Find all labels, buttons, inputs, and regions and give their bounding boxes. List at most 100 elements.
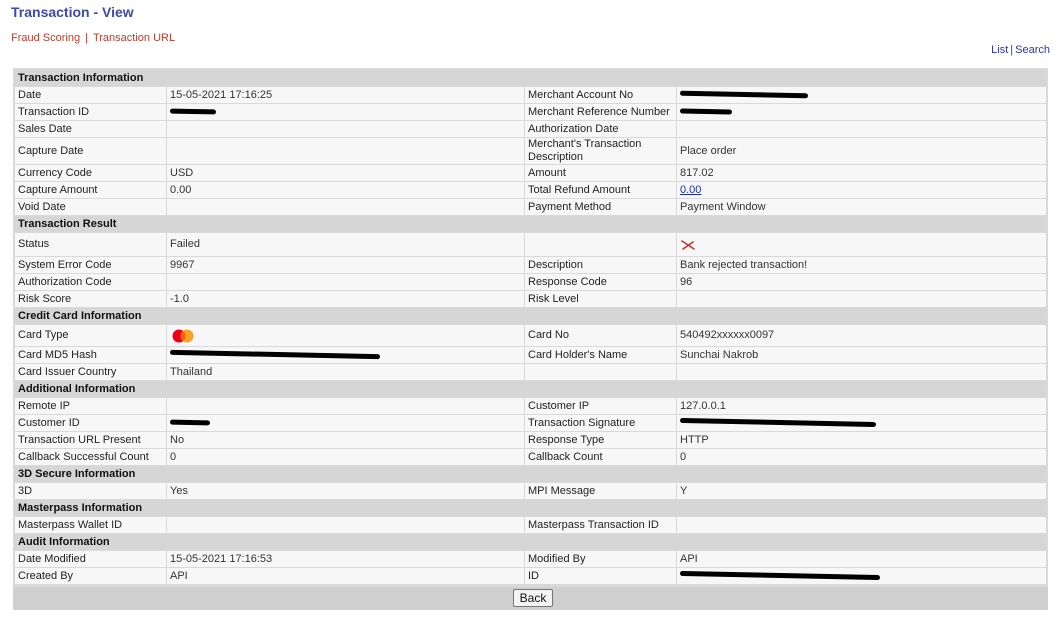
total-refund-amount-link[interactable]: 0.00 bbox=[680, 184, 701, 196]
section-title-transaction-information: Transaction Information bbox=[15, 70, 1046, 86]
list-link[interactable]: List bbox=[991, 44, 1008, 56]
response-type-value: HTTP bbox=[677, 432, 1046, 448]
description-label: Description bbox=[525, 257, 676, 273]
system-error-code-value: 9967 bbox=[167, 257, 524, 273]
risk-level-value bbox=[677, 291, 1046, 307]
capture-date-value bbox=[167, 138, 524, 164]
risk-level-label: Risk Level bbox=[525, 291, 676, 307]
table-row: System Error Code 9967 Description Bank … bbox=[15, 257, 1046, 273]
table-row: Transaction URL Present No Response Type… bbox=[15, 432, 1046, 448]
section-title-additional-information: Additional Information bbox=[15, 381, 1046, 397]
mpi-message-value: Y bbox=[677, 483, 1046, 499]
callback-successful-count-label: Callback Successful Count bbox=[15, 449, 166, 465]
section-header: Credit Card Information bbox=[15, 308, 1046, 324]
section-header: Transaction Result bbox=[15, 216, 1046, 232]
three-d-value: Yes bbox=[167, 483, 524, 499]
section-header: Audit Information bbox=[15, 534, 1046, 550]
date-modified-value: 15-05-2021 17:16:53 bbox=[167, 551, 524, 567]
failed-x-icon bbox=[680, 238, 696, 252]
currency-code-value: USD bbox=[167, 165, 524, 181]
card-issuer-country-label: Card Issuer Country bbox=[15, 364, 166, 380]
merchant-transaction-description-value: Place order bbox=[677, 138, 1046, 164]
section-header: Transaction Information bbox=[15, 70, 1046, 86]
table-row: Masterpass Wallet ID Masterpass Transact… bbox=[15, 517, 1046, 533]
table-row: Capture Amount 0.00 Total Refund Amount … bbox=[15, 182, 1046, 198]
right-nav-separator: | bbox=[1010, 44, 1014, 56]
payment-method-label: Payment Method bbox=[525, 199, 676, 215]
table-row: Risk Score -1.0 Risk Level bbox=[15, 291, 1046, 307]
status-label: Status bbox=[15, 233, 166, 256]
redaction-mark bbox=[169, 349, 381, 360]
table-row: Authorization Code Response Code 96 bbox=[15, 274, 1046, 290]
authorization-date-label: Authorization Date bbox=[525, 121, 676, 137]
merchant-account-no-value bbox=[677, 87, 1046, 103]
description-value: Bank rejected transaction! bbox=[677, 257, 1046, 273]
transaction-url-present-label: Transaction URL Present bbox=[15, 432, 166, 448]
card-type-value bbox=[167, 325, 524, 346]
section-title-masterpass-information: Masterpass Information bbox=[15, 500, 1046, 516]
fraud-scoring-link[interactable]: Fraud Scoring bbox=[11, 32, 80, 44]
amount-value: 817.02 bbox=[677, 165, 1046, 181]
remote-ip-label: Remote IP bbox=[15, 398, 166, 414]
currency-code-label: Currency Code bbox=[15, 165, 166, 181]
table-row: Date Modified 15-05-2021 17:16:53 Modifi… bbox=[15, 551, 1046, 567]
id-value bbox=[677, 568, 1046, 584]
risk-score-value: -1.0 bbox=[167, 291, 524, 307]
right-nav: List | Search bbox=[991, 44, 1050, 56]
transaction-detail-panel: Transaction Information Date 15-05-2021 … bbox=[13, 68, 1048, 610]
card-no-label: Card No bbox=[525, 325, 676, 346]
transaction-id-label: Transaction ID bbox=[15, 104, 166, 120]
modified-by-label: Modified By bbox=[525, 551, 676, 567]
id-label: ID bbox=[525, 568, 676, 584]
risk-score-label: Risk Score bbox=[15, 291, 166, 307]
table-row: Date 15-05-2021 17:16:25 Merchant Accoun… bbox=[15, 87, 1046, 103]
redaction-mark bbox=[679, 571, 881, 581]
customer-id-value bbox=[167, 415, 524, 431]
card-type-label: Card Type bbox=[15, 325, 166, 346]
redaction-mark bbox=[679, 108, 733, 115]
table-row: Void Date Payment Method Payment Window bbox=[15, 199, 1046, 215]
merchant-account-no-label: Merchant Account No bbox=[525, 87, 676, 103]
authorization-code-value bbox=[167, 274, 524, 290]
table-row: 3D Yes MPI Message Y bbox=[15, 483, 1046, 499]
card-md5-hash-label: Card MD5 Hash bbox=[15, 347, 166, 363]
status-value: Failed bbox=[167, 233, 524, 256]
transaction-signature-value bbox=[677, 415, 1046, 431]
merchant-reference-number-label: Merchant Reference Number bbox=[525, 104, 676, 120]
authorization-code-label: Authorization Code bbox=[15, 274, 166, 290]
section-header: 3D Secure Information bbox=[15, 466, 1046, 482]
search-link[interactable]: Search bbox=[1015, 44, 1050, 56]
transaction-url-present-value: No bbox=[167, 432, 524, 448]
redaction-mark bbox=[169, 419, 211, 426]
redaction-mark bbox=[679, 418, 877, 428]
table-row: Customer ID Transaction Signature bbox=[15, 415, 1046, 431]
sales-date-value bbox=[167, 121, 524, 137]
table-row: Card MD5 Hash Card Holder's Name Sunchai… bbox=[15, 347, 1046, 363]
transaction-detail-table: Transaction Information Date 15-05-2021 … bbox=[14, 69, 1047, 585]
total-refund-amount-label: Total Refund Amount bbox=[525, 182, 676, 198]
table-row: Transaction ID Merchant Reference Number bbox=[15, 104, 1046, 120]
table-row: Created By API ID bbox=[15, 568, 1046, 584]
mastercard-icon bbox=[170, 328, 196, 344]
table-row: Capture Date Merchant's Transaction Desc… bbox=[15, 138, 1046, 164]
back-button[interactable]: Back bbox=[513, 589, 553, 607]
empty-label-cell bbox=[525, 364, 676, 380]
void-date-label: Void Date bbox=[15, 199, 166, 215]
transaction-signature-label: Transaction Signature bbox=[525, 415, 676, 431]
amount-label: Amount bbox=[525, 165, 676, 181]
status-icon-cell bbox=[677, 233, 1046, 256]
merchant-reference-number-value bbox=[677, 104, 1046, 120]
masterpass-wallet-id-value bbox=[167, 517, 524, 533]
redaction-mark bbox=[679, 90, 809, 99]
table-row: Card Type Card No 540492xxxxxx0097 bbox=[15, 325, 1046, 346]
date-label: Date bbox=[15, 87, 166, 103]
transaction-url-link[interactable]: Transaction URL bbox=[93, 32, 175, 44]
callback-count-value: 0 bbox=[677, 449, 1046, 465]
created-by-value: API bbox=[167, 568, 524, 584]
system-error-code-label: System Error Code bbox=[15, 257, 166, 273]
modified-by-value: API bbox=[677, 551, 1046, 567]
card-md5-hash-value bbox=[167, 347, 524, 363]
total-refund-amount-cell: 0.00 bbox=[677, 182, 1046, 198]
section-title-credit-card-information: Credit Card Information bbox=[15, 308, 1046, 324]
capture-amount-value: 0.00 bbox=[167, 182, 524, 198]
